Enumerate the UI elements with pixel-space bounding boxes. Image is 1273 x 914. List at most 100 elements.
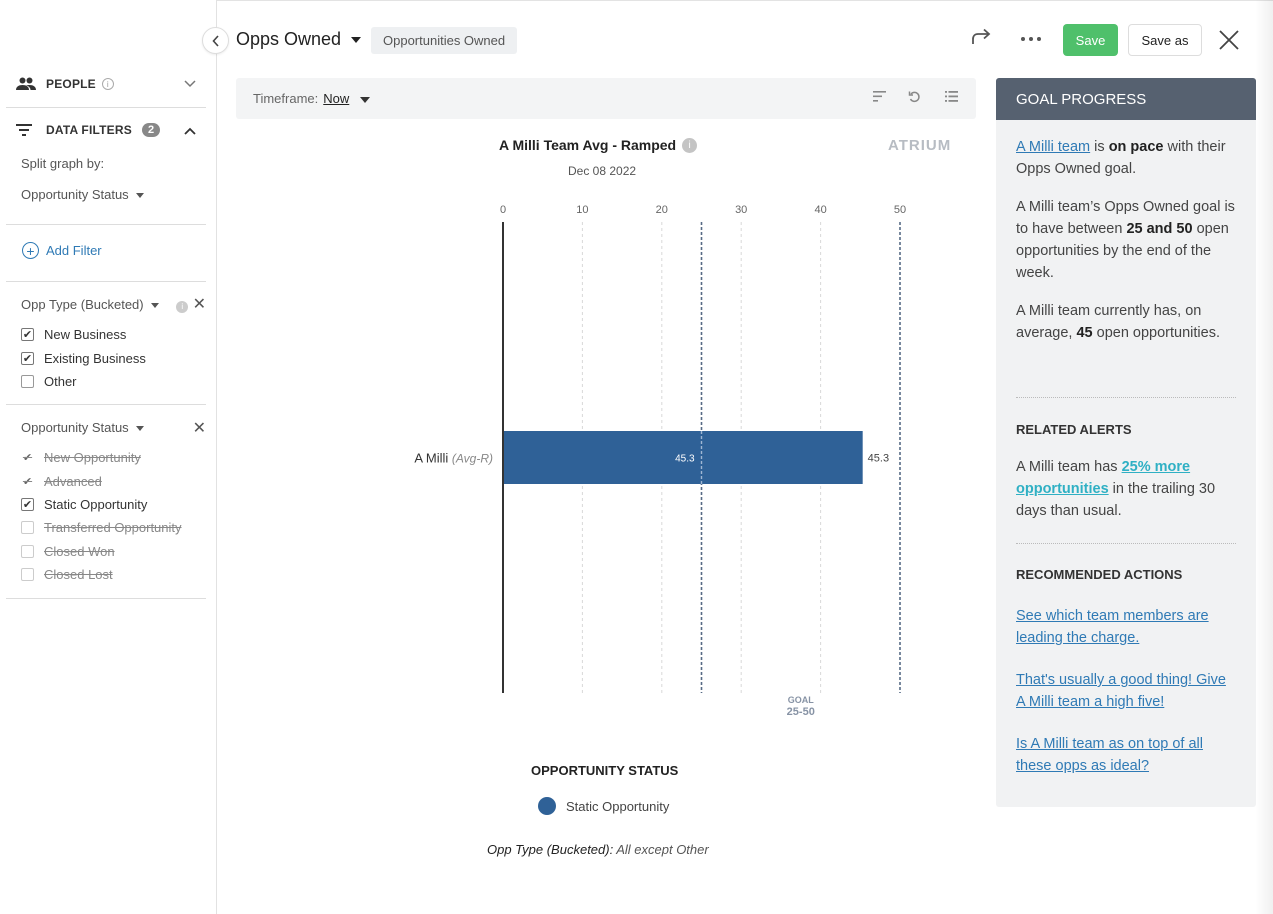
reset-icon[interactable]: [908, 90, 921, 106]
option-label: New Business: [44, 327, 127, 342]
list-icon[interactable]: [945, 90, 958, 105]
text: open opportunities.: [1096, 325, 1220, 341]
save-as-button[interactable]: Save as: [1128, 24, 1202, 56]
category-label: A Milli (Avg-R): [414, 451, 493, 466]
chart-title: A Milli Team Avg - Ramped: [499, 137, 677, 153]
opp-type-filter-dropdown[interactable]: Opp Type (Bucketed) i: [21, 297, 189, 313]
x-tick-label: 20: [656, 204, 668, 216]
checkbox-other[interactable]: Other: [21, 374, 77, 389]
atrium-logo: ATRIUM: [888, 137, 952, 154]
action-link-text[interactable]: Is A Milli team as on top of all these o…: [1016, 736, 1203, 774]
action-link-text[interactable]: See which team members are leading the c…: [1016, 608, 1209, 646]
option-label: Transferred Opportunity: [44, 520, 182, 535]
people-icon: [16, 77, 38, 91]
caret-down-icon: [135, 193, 144, 199]
info-icon[interactable]: i: [682, 137, 698, 153]
team-link[interactable]: A Milli team: [1016, 139, 1090, 155]
save-button[interactable]: Save: [1063, 24, 1118, 56]
share-icon[interactable]: [971, 28, 991, 52]
remove-status-filter-close-icon[interactable]: ✕: [193, 418, 206, 438]
legend-item[interactable]: Static Opportunity: [538, 797, 669, 815]
divider: [1016, 397, 1236, 398]
action-link-text[interactable]: That's usually a good thing! Give A Mill…: [1016, 672, 1226, 710]
timeframe-dropdown[interactable]: Timeframe: Now: [253, 91, 371, 106]
recommended-actions-title: RECOMMENDED ACTIONS: [1016, 567, 1183, 582]
close-icon[interactable]: [1218, 29, 1240, 57]
chart-footnote: Opp Type (Bucketed): All except Other: [487, 842, 709, 857]
goal-label: GOAL: [788, 695, 815, 705]
action-link-2[interactable]: That's usually a good thing! Give A Mill…: [1016, 669, 1238, 713]
current-average-text: A Milli team currently has, on average, …: [1016, 300, 1238, 344]
info-icon[interactable]: i: [176, 300, 189, 313]
more-options-icon[interactable]: [1020, 28, 1042, 54]
bar-chart: 0 10 20 30 40 50 45.3 45.3 A Milli (Avg-R) GOAL25…: [414, 204, 906, 718]
checkbox-empty-icon: [21, 521, 34, 534]
checkbox-transferred-opportunity[interactable]: Transferred Opportunity: [21, 520, 182, 535]
add-filter-button[interactable]: + Add Filter: [22, 242, 102, 259]
goal-range: 25 and 50: [1126, 221, 1193, 237]
remove-opp-type-filter-close-icon[interactable]: ✕: [193, 294, 206, 314]
option-label: Static Opportunity: [44, 497, 148, 512]
checkbox-empty-icon: [21, 545, 34, 558]
action-link-3[interactable]: Is A Milli team as on top of all these o…: [1016, 733, 1238, 777]
filter-icon: [16, 123, 38, 137]
divider: [6, 224, 206, 225]
chart-title-wrap: A Milli Team Avg - Ramped i: [499, 137, 698, 153]
footnote-label: Opp Type (Bucketed):: [487, 842, 614, 857]
checkbox-empty-icon: [21, 375, 34, 388]
chevron-up-icon[interactable]: [184, 124, 196, 138]
opportunity-status-filter-dropdown[interactable]: Opportunity Status: [21, 420, 144, 435]
option-label: Advanced: [44, 474, 102, 489]
checkbox-closed-lost[interactable]: Closed Lost: [21, 567, 113, 582]
timeframe-label: Timeframe:: [253, 91, 319, 106]
add-filter-label: Add Filter: [46, 243, 102, 258]
related-alerts-title: RELATED ALERTS: [1016, 422, 1132, 437]
goal-progress-panel: GOAL PROGRESS A Milli team is on pace wi…: [996, 78, 1256, 807]
data-filters-section-header[interactable]: DATA FILTERS 2: [16, 123, 161, 137]
checkbox-new-business[interactable]: ✔ New Business: [21, 327, 126, 342]
checkbox-advanced[interactable]: ✔ Advanced: [21, 474, 102, 489]
sort-icon[interactable]: [873, 90, 886, 105]
checkbox-new-opportunity[interactable]: ✔ New Opportunity: [21, 450, 141, 465]
x-tick-label: 30: [735, 204, 747, 216]
caret-down-icon: [360, 96, 371, 103]
bar-value-label-inside: 45.3: [675, 454, 695, 465]
checkbox-closed-won[interactable]: Closed Won: [21, 544, 115, 559]
checkbox-existing-business[interactable]: ✔ Existing Business: [21, 351, 146, 366]
report-title-dropdown[interactable]: Opps Owned: [236, 29, 362, 50]
text: A Milli team has: [1016, 459, 1118, 475]
checkbox-checked-icon: ✔: [21, 451, 34, 464]
option-label: Closed Won: [44, 544, 115, 559]
chart-date: Dec 08 2022: [568, 164, 637, 178]
plus-circle-icon: +: [22, 242, 39, 259]
edge-shadow: [1255, 0, 1273, 914]
option-label: Existing Business: [44, 351, 146, 366]
divider: [6, 598, 206, 599]
alert-text: A Milli team has 25% more opportunities …: [1016, 456, 1238, 522]
current-average: 45: [1076, 325, 1093, 341]
goal-range-label: 25-50: [787, 706, 815, 718]
option-label: Other: [44, 374, 77, 389]
collapse-sidebar-button[interactable]: [202, 27, 229, 54]
divider: [6, 107, 206, 108]
metric-chip: Opportunities Owned: [371, 27, 518, 54]
option-label: New Opportunity: [44, 450, 141, 465]
split-graph-dropdown[interactable]: Opportunity Status: [21, 187, 144, 202]
opp-type-filter-title: Opp Type (Bucketed): [21, 297, 144, 312]
people-section-header[interactable]: PEOPLE i: [16, 77, 114, 91]
filter-count-badge: 2: [141, 123, 161, 137]
goal-status-text: A Milli team is on pace with their Opps …: [1016, 136, 1238, 180]
pace-status: on pace: [1108, 139, 1164, 155]
action-link-1[interactable]: See which team members are leading the c…: [1016, 605, 1238, 649]
chevron-down-icon[interactable]: [184, 77, 196, 91]
people-label: PEOPLE: [46, 77, 96, 91]
checkbox-static-opportunity[interactable]: ✔ Static Opportunity: [21, 497, 147, 512]
timeframe-value: Now: [323, 91, 350, 106]
checkbox-checked-icon: ✔: [21, 475, 34, 488]
text: is: [1094, 139, 1105, 155]
checkbox-checked-icon: ✔: [21, 328, 34, 341]
info-icon[interactable]: i: [101, 78, 114, 90]
option-label: Closed Lost: [44, 567, 113, 582]
checkbox-checked-icon: ✔: [21, 352, 34, 365]
checkbox-checked-icon: ✔: [21, 498, 34, 511]
